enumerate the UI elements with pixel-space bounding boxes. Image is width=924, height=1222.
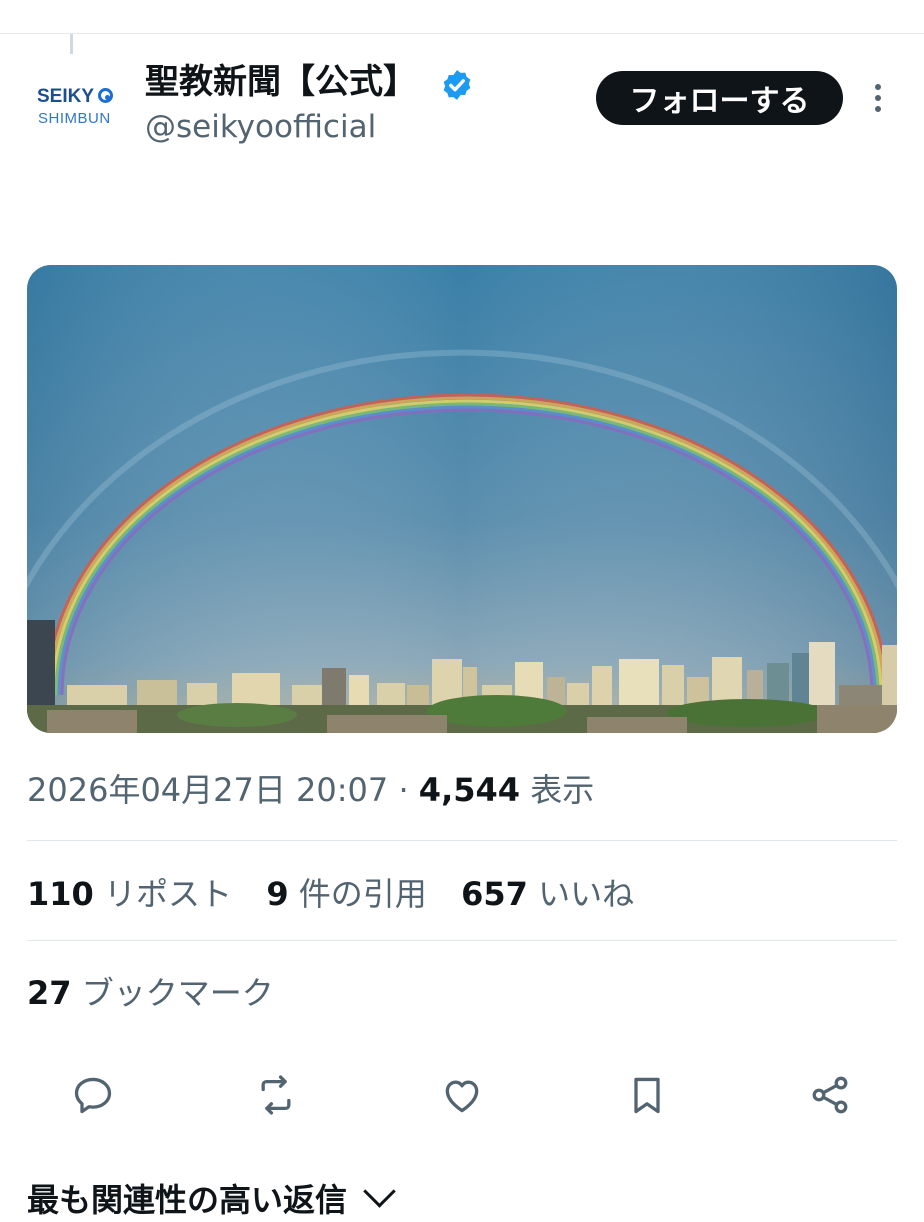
user-handle[interactable]: @seikyoofficial	[145, 106, 376, 148]
avatar[interactable]: SEIKY SHIMBUN	[26, 60, 122, 156]
reposts-label: リポスト	[103, 875, 232, 913]
replies-sort-heading[interactable]: 最も関連性の高い返信	[27, 1175, 396, 1222]
follow-button[interactable]: フォローする	[596, 71, 843, 125]
reply-icon	[74, 1077, 112, 1114]
likes-count: 657	[461, 875, 528, 913]
reply-button[interactable]	[71, 1073, 115, 1117]
bookmarks-label: ブックマーク	[81, 974, 274, 1012]
divider	[27, 840, 897, 841]
quotes-count: 9	[266, 875, 289, 913]
tweet-meta: 2026年04月27日 20:07 · 4,544 表示	[27, 768, 594, 812]
engagement-stats: 110 リポスト 9 件の引用 657 いいね	[27, 872, 634, 916]
share-button[interactable]	[808, 1073, 852, 1117]
like-button[interactable]	[440, 1073, 484, 1117]
share-icon	[812, 1076, 848, 1114]
tweet-timestamp[interactable]: 2026年04月27日 20:07	[27, 771, 388, 809]
likes-label: いいね	[538, 875, 635, 913]
bookmarks-count: 27	[27, 974, 72, 1012]
views-label: 表示	[530, 771, 595, 809]
divider	[27, 940, 897, 941]
more-options-icon[interactable]	[865, 80, 891, 116]
quotes-stat[interactable]: 9 件の引用	[266, 875, 426, 913]
views-count: 4,544	[418, 771, 521, 809]
verified-badge-icon	[443, 70, 471, 100]
repost-icon	[261, 1075, 291, 1115]
rainbow-city-photo	[27, 265, 897, 733]
top-divider	[0, 33, 924, 34]
like-icon	[445, 1080, 479, 1113]
chevron-down-icon	[363, 1175, 396, 1208]
meta-separator: ·	[398, 771, 409, 809]
reposts-count: 110	[27, 875, 94, 913]
display-name[interactable]: 聖教新聞【公式】	[145, 60, 417, 104]
bookmark-button[interactable]	[625, 1073, 669, 1117]
bookmarks-stat[interactable]: 27 ブックマーク	[27, 971, 274, 1015]
likes-stat[interactable]: 657 いいね	[461, 875, 634, 913]
repost-button[interactable]	[254, 1073, 298, 1117]
tweet-photo[interactable]	[27, 265, 897, 733]
avatar-logo-subtext: SHIMBUN	[38, 110, 111, 127]
avatar-logo-mark-icon	[98, 88, 113, 103]
quotes-label: 件の引用	[298, 875, 427, 913]
avatar-logo-text: SEIKY	[37, 86, 95, 107]
reposts-stat[interactable]: 110 リポスト	[27, 875, 232, 913]
thread-connector	[70, 34, 73, 54]
replies-heading-text: 最も関連性の高い返信	[27, 1181, 348, 1219]
bookmark-icon	[634, 1077, 660, 1114]
